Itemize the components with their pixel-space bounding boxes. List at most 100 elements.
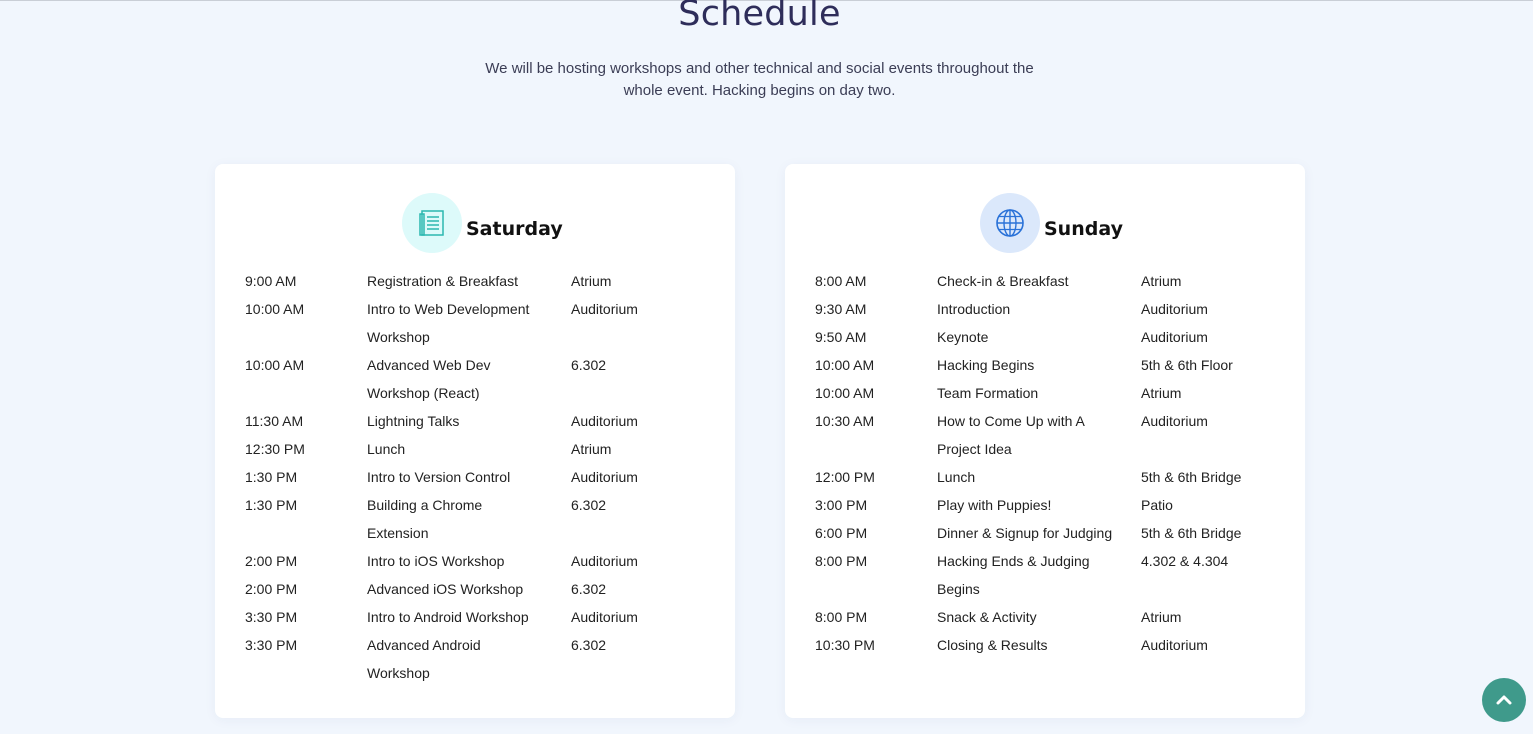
event-name: Team Formation — [937, 385, 1039, 401]
saturday-title: Saturday — [466, 218, 563, 240]
schedule-row: 8:00 PM Hacking Ends & Judging Begins 4.30… — [815, 547, 1285, 603]
event-time: 10:30 AM — [815, 413, 875, 429]
event-name: Advanced Web Dev Workshop (React) — [367, 357, 491, 401]
event-name: Intro to iOS Workshop — [367, 553, 505, 569]
event-name: Hacking Ends & Judging Begins — [937, 553, 1090, 597]
schedule-row: 11:30 AM Lightning Talks Auditorium — [245, 407, 715, 435]
event-time: 3:00 PM — [815, 497, 868, 513]
event-name: Building a Chrome Extension — [367, 497, 483, 541]
schedule-row: 8:00 AM Check-in & Breakfast Atrium — [815, 267, 1285, 295]
event-location: 6.302 — [571, 581, 607, 597]
event-location: 5th & 6th Floor — [1141, 357, 1233, 373]
event-name: Lunch — [367, 441, 406, 457]
event-name: Closing & Results — [937, 637, 1048, 653]
event-time: 9:00 AM — [245, 273, 297, 289]
event-name: Keynote — [937, 329, 989, 345]
schedule-row: 12:30 PM Lunch Atrium — [245, 435, 715, 463]
schedule-row: 2:00 PM Advanced iOS Workshop 6.302 — [245, 575, 715, 603]
event-time: 8:00 PM — [815, 553, 868, 569]
event-location: Patio — [1141, 497, 1173, 513]
schedule-row: 8:00 PM Snack & Activity Atrium — [815, 603, 1285, 631]
event-location: 6.302 — [571, 357, 607, 373]
event-time: 12:30 PM — [245, 441, 305, 457]
event-location: Atrium — [571, 273, 612, 289]
scroll-to-top-button[interactable] — [1482, 678, 1526, 722]
sunday-icon-badge — [980, 193, 1040, 253]
schedule-row: 1:30 PM Intro to Version Control Auditoriu… — [245, 463, 715, 491]
schedule-row: 10:00 AM Team Formation Atrium — [815, 379, 1285, 407]
schedule-row: 3:30 PM Advanced Android Workshop 6.302 — [245, 631, 715, 687]
event-location: Auditorium — [571, 609, 638, 625]
event-location: Auditorium — [571, 413, 638, 429]
event-location: 4.302 & 4.304 — [1141, 553, 1229, 569]
event-time: 8:00 PM — [815, 609, 868, 625]
event-time: 9:50 AM — [815, 329, 867, 345]
section-subtitle: We will be hosting workshops and other t… — [485, 60, 1034, 99]
event-time: 9:30 AM — [815, 301, 867, 317]
sunday-title: Sunday — [1044, 218, 1123, 240]
event-time: 11:30 AM — [245, 413, 304, 429]
event-time: 10:00 AM — [245, 301, 305, 317]
globe-icon — [996, 209, 1024, 237]
schedule-row: 2:00 PM Intro to iOS Workshop Auditorium — [245, 547, 715, 575]
event-time: 1:30 PM — [245, 469, 298, 485]
event-location: Auditorium — [571, 469, 638, 485]
event-name: Registration & Breakfast — [367, 273, 518, 289]
schedule-row: 9:30 AM Introduction Auditorium — [815, 295, 1285, 323]
event-name: Advanced Android Workshop — [367, 637, 481, 681]
event-time: 1:30 PM — [245, 497, 298, 513]
event-name: Lunch — [937, 469, 976, 485]
event-location: Auditorium — [1141, 301, 1208, 317]
event-time: 10:00 AM — [815, 385, 875, 401]
event-name: Intro to Version Control — [367, 469, 511, 485]
event-name: Dinner & Signup for Judging — [937, 525, 1113, 541]
schedule-row: 12:00 PM Lunch 5th & 6th Bridge — [815, 463, 1285, 491]
saturday-icon-badge — [402, 193, 462, 253]
schedule-row: 3:30 PM Intro to Android Workshop Auditori… — [245, 603, 715, 631]
event-name: Lightning Talks — [367, 413, 460, 429]
event-time: 10:00 AM — [815, 357, 875, 373]
schedule-row: 3:00 PM Play with Puppies! Patio — [815, 491, 1285, 519]
event-time: 6:00 PM — [815, 525, 868, 541]
schedule-row: 9:00 AM Registration & Breakfast Atrium — [245, 267, 715, 295]
event-name: Advanced iOS Workshop — [367, 581, 524, 597]
event-location: Auditorium — [571, 301, 638, 317]
event-time: 10:30 PM — [815, 637, 875, 653]
event-time: 3:30 PM — [245, 609, 298, 625]
event-location: Atrium — [1141, 609, 1182, 625]
section-title: Schedule — [678, 0, 841, 34]
schedule-row: 10:30 PM Closing & Results Auditorium — [815, 631, 1285, 659]
event-time: 10:00 AM — [245, 357, 305, 373]
saturday-card: Saturday 9:00 AM Registration & Breakfast… — [215, 164, 735, 718]
saturday-schedule-list: 9:00 AM Registration & Breakfast Atrium 10:… — [245, 267, 715, 687]
event-time: 2:00 PM — [245, 553, 298, 569]
event-location: Auditorium — [571, 553, 638, 569]
event-name: How to Come Up with A Project Idea — [937, 413, 1085, 457]
event-location: Atrium — [571, 441, 612, 457]
schedule-row: 10:00 AM Intro to Web Development Worksho… — [245, 295, 715, 351]
schedule-row: 10:00 AM Hacking Begins 5th & 6th Floor — [815, 351, 1285, 379]
event-time: 8:00 AM — [815, 273, 867, 289]
chevron-up-icon — [1496, 695, 1512, 705]
event-time: 3:30 PM — [245, 637, 298, 653]
event-time: 12:00 PM — [815, 469, 875, 485]
schedule-row: 1:30 PM Building a Chrome Extension 6.302 — [245, 491, 715, 547]
sunday-header: Sunday — [980, 193, 1123, 253]
saturday-header: Saturday — [402, 193, 563, 253]
event-location: 5th & 6th Bridge — [1141, 525, 1242, 541]
event-location: 5th & 6th Bridge — [1141, 469, 1242, 485]
event-name: Play with Puppies! — [937, 497, 1052, 513]
schedule-row: 10:30 AM How to Come Up with A Project Id… — [815, 407, 1285, 463]
event-location: Auditorium — [1141, 329, 1208, 345]
event-name: Hacking Begins — [937, 357, 1035, 373]
event-location: 6.302 — [571, 497, 607, 513]
event-time: 2:00 PM — [245, 581, 298, 597]
event-name: Intro to Web Development Workshop — [367, 301, 530, 345]
sunday-schedule-list: 8:00 AM Check-in & Breakfast Atrium 9:30 AM… — [815, 267, 1285, 659]
event-name: Introduction — [937, 301, 1011, 317]
event-location: Atrium — [1141, 385, 1182, 401]
event-name: Check-in & Breakfast — [937, 273, 1069, 289]
schedule-row: 10:00 AM Advanced Web Dev Workshop (React… — [245, 351, 715, 407]
schedule-row: 9:50 AM Keynote Auditorium — [815, 323, 1285, 351]
event-name: Snack & Activity — [937, 609, 1037, 625]
